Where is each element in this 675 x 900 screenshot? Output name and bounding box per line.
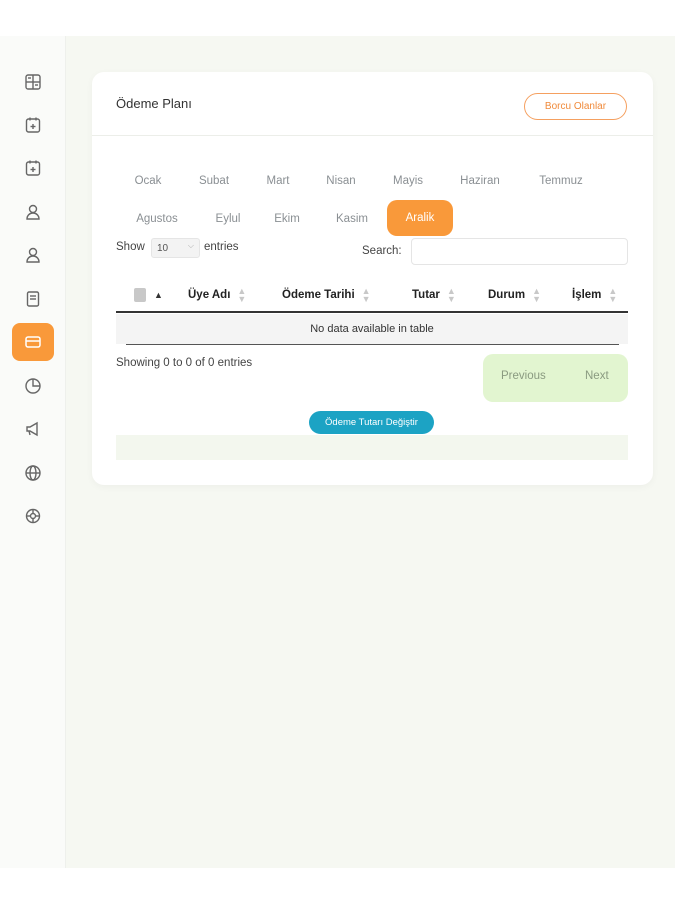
grid-icon <box>25 74 41 90</box>
column-header-odeme-tarihi[interactable]: Ödeme Tarihi ▲ ▼ <box>282 280 371 310</box>
change-amount-button[interactable]: Ödeme Tutarı Değiştir <box>309 411 434 434</box>
tab-month-eylul[interactable]: Eylul <box>202 201 254 237</box>
calendar-icon <box>25 117 41 133</box>
tab-month-kasim[interactable]: Kasim <box>324 201 380 237</box>
previous-button[interactable]: Previous <box>501 370 546 382</box>
debtors-button[interactable]: Borcu Olanlar <box>524 93 627 120</box>
globe-icon <box>25 465 41 481</box>
sidebar-item-web[interactable] <box>12 454 54 492</box>
card-footer-bar <box>116 435 628 460</box>
sort-icon: ▲ ▼ <box>361 286 371 304</box>
entries-length-select[interactable]: 10 ⌵ <box>151 238 200 258</box>
user-icon <box>26 247 40 263</box>
sidebar-item-documents[interactable] <box>12 280 54 318</box>
user-icon <box>26 204 40 220</box>
sidebar-item-reports[interactable] <box>12 367 54 405</box>
column-label: Üye Adı <box>188 289 231 301</box>
megaphone-icon <box>26 421 38 437</box>
sort-asc-icon: ▲ <box>154 290 163 300</box>
column-label: İşlem <box>572 289 602 301</box>
tab-month-ocak[interactable]: Ocak <box>120 163 176 199</box>
entries-length-value: 10 <box>157 242 169 254</box>
column-label: Durum <box>488 289 526 301</box>
card-icon <box>25 336 41 348</box>
chevron-down-icon: ⌵ <box>187 241 194 250</box>
column-header-tutar[interactable]: Tutar ▲ ▼ <box>412 280 456 310</box>
sort-icon: ▲ ▼ <box>237 286 247 304</box>
search-label: Search: <box>362 245 402 257</box>
sort-icon: ▲ ▼ <box>608 286 618 304</box>
tab-month-temmuz[interactable]: Temmuz <box>527 163 595 199</box>
sidebar-item-dashboard[interactable] <box>12 63 54 101</box>
sort-icon: ▲ ▼ <box>532 286 541 304</box>
sidebar-item-announcements[interactable] <box>12 410 54 448</box>
sidebar-item-calendar[interactable] <box>12 106 54 144</box>
document-icon <box>26 291 40 307</box>
top-bar <box>0 0 675 36</box>
settings-icon <box>25 508 41 524</box>
table-empty-row: No data available in table <box>116 314 628 344</box>
bottom-bar <box>0 868 675 900</box>
sidebar-item-payments[interactable] <box>12 323 54 361</box>
sort-icon: ▲ ▼ <box>446 286 456 304</box>
table-header-divider <box>116 311 628 313</box>
card-header: Ödeme Planı Borcu Olanlar <box>92 72 653 136</box>
card-title: Ödeme Planı <box>116 96 192 111</box>
tab-month-aralik[interactable]: Aralik <box>387 200 453 236</box>
pagination: Previous Next <box>483 354 628 402</box>
tab-month-nisan[interactable]: Nisan <box>313 163 369 199</box>
sidebar-item-members[interactable] <box>12 193 54 231</box>
column-select-all[interactable]: ▲ <box>134 280 163 310</box>
column-header-islem[interactable]: İşlem ▲ ▼ <box>572 280 617 310</box>
sidebar <box>0 36 66 868</box>
entries-label: entries <box>204 241 239 253</box>
calendar-icon <box>25 160 41 176</box>
tab-month-ekim[interactable]: Ekim <box>262 201 312 237</box>
column-header-durum[interactable]: Durum ▲ ▼ <box>488 280 541 310</box>
column-label: Tutar <box>412 289 440 301</box>
table-footer-divider <box>126 344 619 345</box>
sidebar-item-settings[interactable] <box>12 497 54 535</box>
pie-chart-icon <box>25 378 41 394</box>
show-label: Show <box>116 241 145 253</box>
tab-month-mart[interactable]: Mart <box>250 163 306 199</box>
column-label: Ödeme Tarihi <box>282 289 355 301</box>
sidebar-item-trainers[interactable] <box>12 236 54 274</box>
tab-month-subat[interactable]: Subat <box>186 163 242 199</box>
tab-month-agustos[interactable]: Agustos <box>125 201 189 237</box>
tab-month-mayis[interactable]: Mayis <box>380 163 436 199</box>
column-header-uye-adi[interactable]: Üye Adı ▲ ▼ <box>188 280 246 310</box>
tab-month-haziran[interactable]: Haziran <box>449 163 511 199</box>
sidebar-item-schedule[interactable] <box>12 149 54 187</box>
next-button[interactable]: Next <box>585 370 609 382</box>
table-info: Showing 0 to 0 of 0 entries <box>116 357 253 369</box>
search-input[interactable] <box>411 238 628 265</box>
trash-icon <box>134 288 146 302</box>
